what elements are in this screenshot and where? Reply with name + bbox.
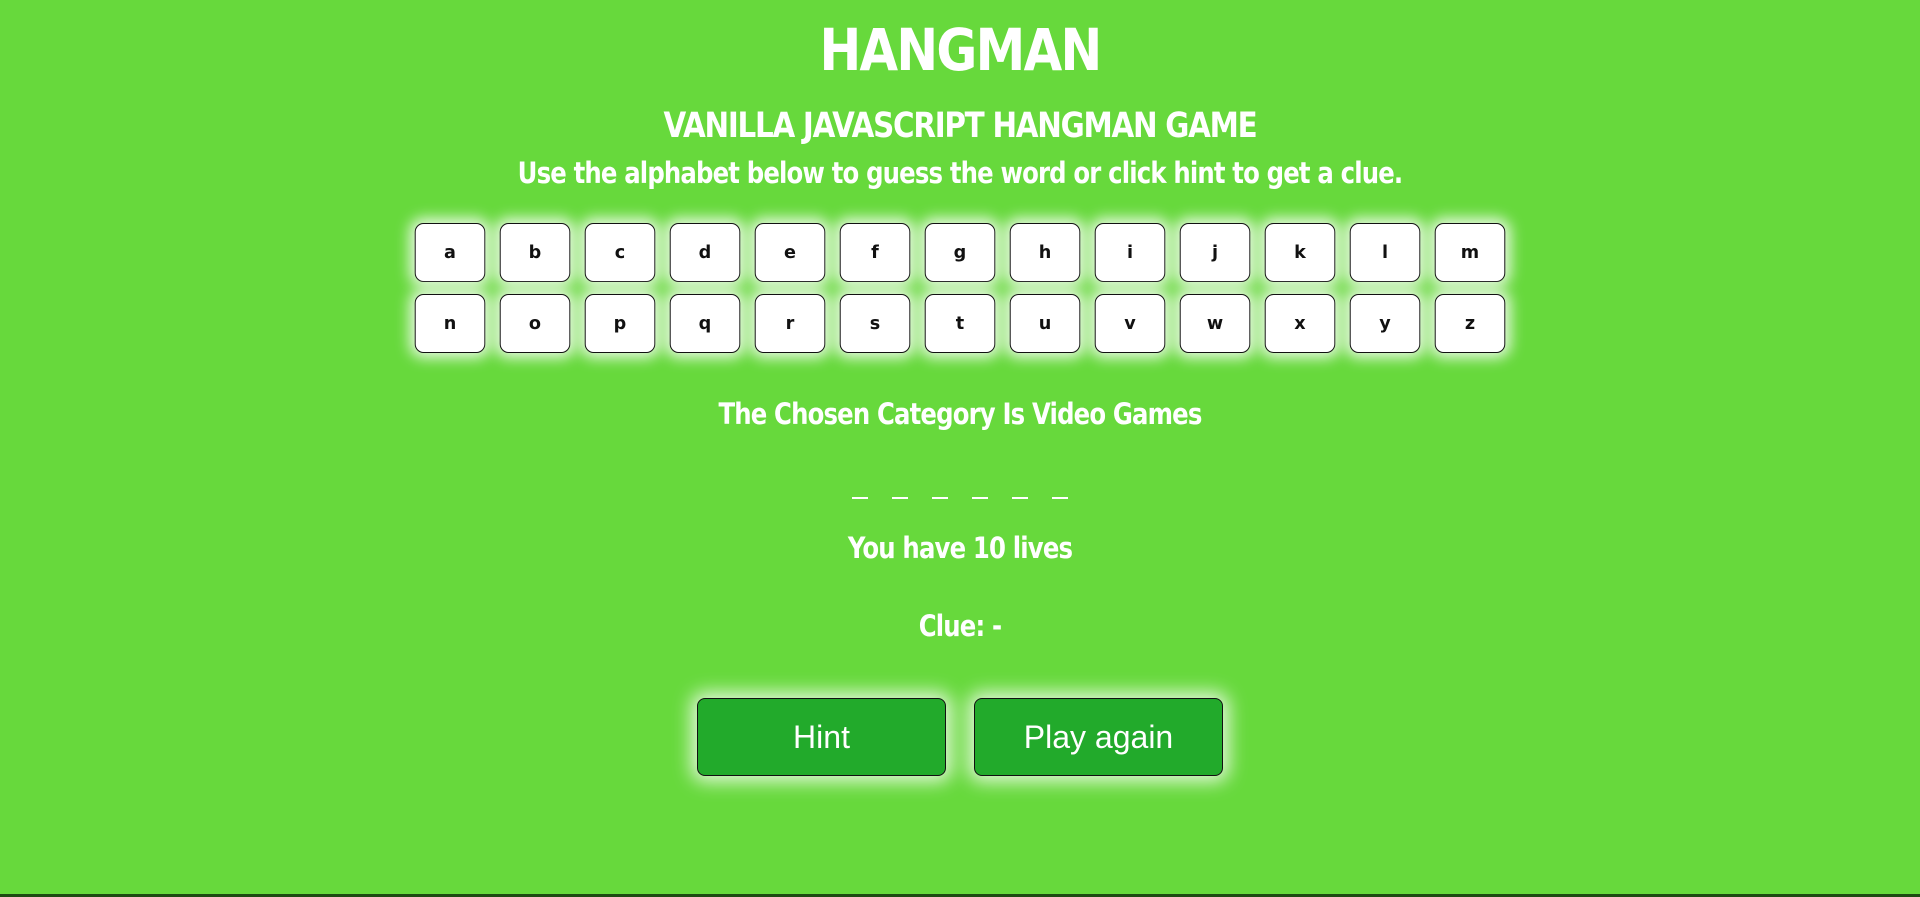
letter-button-p[interactable]: p — [584, 294, 656, 353]
letter-button-v[interactable]: v — [1094, 294, 1166, 353]
letter-button-a[interactable]: a — [414, 223, 486, 282]
letter-blank — [932, 477, 948, 499]
letter-button-i[interactable]: i — [1094, 223, 1166, 282]
letter-button-h[interactable]: h — [1009, 223, 1081, 282]
clue-text: Clue: - — [918, 609, 1002, 643]
letter-blank — [972, 477, 988, 499]
letter-blank — [1052, 477, 1068, 499]
letter-button-z[interactable]: z — [1434, 294, 1506, 353]
word-placeholder — [0, 477, 1920, 501]
lives-counter: You have 10 lives — [847, 531, 1073, 565]
letter-button-g[interactable]: g — [924, 223, 996, 282]
letter-button-w[interactable]: w — [1179, 294, 1251, 353]
letter-button-b[interactable]: b — [499, 223, 571, 282]
letter-button-e[interactable]: e — [754, 223, 826, 282]
letter-button-s[interactable]: s — [839, 294, 911, 353]
letter-button-n[interactable]: n — [414, 294, 486, 353]
play-again-button[interactable]: Play again — [974, 698, 1223, 776]
letter-button-l[interactable]: l — [1349, 223, 1421, 282]
letter-button-k[interactable]: k — [1264, 223, 1336, 282]
letter-button-y[interactable]: y — [1349, 294, 1421, 353]
letter-button-q[interactable]: q — [669, 294, 741, 353]
letter-button-f[interactable]: f — [839, 223, 911, 282]
chosen-category: The Chosen Category Is Video Games — [718, 397, 1202, 431]
alphabet-keyboard: abcdefghijklm nopqrstuvwxyz — [410, 223, 1510, 353]
letter-button-u[interactable]: u — [1009, 294, 1081, 353]
letter-blank — [1012, 477, 1028, 499]
letter-button-c[interactable]: c — [584, 223, 656, 282]
letter-button-t[interactable]: t — [924, 294, 996, 353]
page-subtitle: VANILLA JAVASCRIPT HANGMAN GAME — [663, 106, 1257, 146]
letter-blank — [852, 477, 868, 499]
instructions-text: Use the alphabet below to guess the word… — [517, 156, 1404, 190]
game-container: HANGMAN VANILLA JAVASCRIPT HANGMAN GAME … — [0, 0, 1920, 776]
letter-blank — [892, 477, 908, 499]
letter-button-j[interactable]: j — [1179, 223, 1251, 282]
letter-button-o[interactable]: o — [499, 294, 571, 353]
controls: Hint Play again — [0, 698, 1920, 776]
letter-button-m[interactable]: m — [1434, 223, 1506, 282]
letter-button-d[interactable]: d — [669, 223, 741, 282]
letter-button-x[interactable]: x — [1264, 294, 1336, 353]
letter-button-r[interactable]: r — [754, 294, 826, 353]
page-title: HANGMAN — [819, 16, 1102, 84]
hint-button[interactable]: Hint — [697, 698, 946, 776]
